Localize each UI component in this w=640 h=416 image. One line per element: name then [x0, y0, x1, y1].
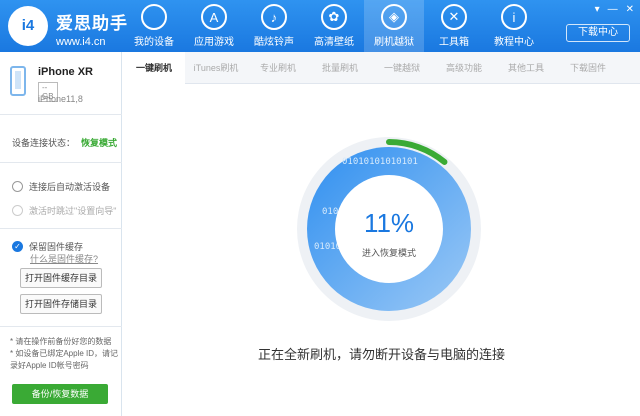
progress-status: 进入恢复模式 — [361, 248, 416, 258]
firmware-cache-help-link[interactable]: 什么是固件缓存? — [30, 252, 98, 265]
nav-label: 刷机越狱 — [374, 37, 414, 48]
option-label: 连接后自动激活设备 — [29, 182, 111, 192]
nav-ringtones[interactable]: ♪ 酷炫铃声 — [244, 0, 304, 52]
nav-apps-games[interactable]: A 应用游戏 — [184, 0, 244, 52]
nav-label: 教程中心 — [494, 37, 534, 48]
nav-label: 工具箱 — [439, 37, 469, 48]
download-center-button[interactable]: 下载中心 — [566, 24, 630, 42]
logo: i4 — [8, 6, 48, 46]
skip-setup-option[interactable]: 激活时跳过"设置向导" — [12, 204, 116, 217]
binary-text: 01010101010101 — [342, 157, 418, 167]
dropbox-icon: ◈ — [381, 4, 407, 30]
divider — [0, 114, 122, 115]
device-name: iPhone XR — [38, 66, 94, 78]
progress-indicator: 01010101010101 01010101010101 0101010101… — [294, 134, 484, 324]
tab-itunes-flash[interactable]: iTunes刷机 — [185, 52, 247, 84]
status-label: 设备连接状态： — [12, 138, 76, 148]
nav-my-device[interactable]: 我的设备 — [124, 0, 184, 52]
divider — [0, 162, 122, 163]
nav-wallpapers[interactable]: ✿ 高清壁纸 — [304, 0, 364, 52]
open-storage-dir-button[interactable]: 打开固件存储目录 — [20, 294, 102, 314]
option-label: 激活时跳过"设置向导" — [29, 206, 117, 216]
sidebar: iPhone XR -- GB iPhone11,8 设备连接状态： 恢复模式 连… — [0, 52, 122, 416]
flash-message: 正在全新刷机，请勿断开设备与电脑的连接 — [257, 347, 505, 362]
flash-panel: 01010101010101 01010101010101 0101010101… — [123, 84, 640, 416]
brand-name: 爱思助手 — [56, 14, 128, 33]
brand: 爱思助手 www.i4.cn — [56, 9, 128, 48]
close-icon[interactable]: ✕ — [626, 4, 634, 15]
auto-activate-option[interactable]: 连接后自动激活设备 — [12, 180, 110, 193]
progress-percent: 11% — [363, 208, 415, 238]
tools-icon: ✕ — [441, 4, 467, 30]
phone-icon — [10, 66, 26, 96]
nav-toolbox[interactable]: ✕ 工具箱 — [424, 0, 484, 52]
radio-icon — [12, 181, 23, 192]
backup-restore-button[interactable]: 备份/恢复数据 — [12, 384, 108, 404]
divider — [0, 228, 122, 229]
flower-icon: ✿ — [321, 4, 347, 30]
main-nav: 我的设备 A 应用游戏 ♪ 酷炫铃声 ✿ 高清壁纸 ◈ 刷机越狱 ✕ 工具箱 i… — [124, 0, 544, 52]
open-cache-dir-button[interactable]: 打开固件缓存目录 — [20, 268, 102, 288]
tab-download-firmware[interactable]: 下载固件 — [557, 52, 619, 84]
tab-advanced[interactable]: 高级功能 — [433, 52, 495, 84]
nav-tutorials[interactable]: i 教程中心 — [484, 0, 544, 52]
top-bar: i4 爱思助手 www.i4.cn 我的设备 A 应用游戏 ♪ 酷炫铃声 ✿ 高… — [0, 0, 640, 52]
radio-icon — [12, 205, 23, 216]
tab-bar: 一键刷机 iTunes刷机 专业刷机 批量刷机 一键越狱 高级功能 其他工具 下… — [123, 52, 640, 84]
app-window: i4 爱思助手 www.i4.cn 我的设备 A 应用游戏 ♪ 酷炫铃声 ✿ 高… — [0, 0, 640, 416]
apple-id-note: * 如设备已绑定Apple ID，请记录好Apple ID帐号密码 — [10, 349, 119, 370]
brand-url: www.i4.cn — [56, 36, 106, 48]
tab-one-click-flash[interactable]: 一键刷机 — [123, 52, 185, 84]
tab-jailbreak[interactable]: 一键越狱 — [371, 52, 433, 84]
connection-status: 设备连接状态： 恢复模式 — [12, 136, 117, 149]
nav-label: 我的设备 — [134, 37, 174, 48]
minimize-icon[interactable]: — — [608, 4, 618, 15]
info-icon: i — [501, 4, 527, 30]
tab-pro-flash[interactable]: 专业刷机 — [247, 52, 309, 84]
device-model: iPhone11,8 — [38, 94, 83, 104]
tab-batch-flash[interactable]: 批量刷机 — [309, 52, 371, 84]
app-store-icon: A — [201, 4, 227, 30]
checkmark-icon: ✓ — [12, 241, 23, 252]
status-value: 恢复模式 — [81, 138, 118, 148]
nav-label: 酷炫铃声 — [254, 37, 294, 48]
nav-label: 高清壁纸 — [314, 37, 354, 48]
tab-other-tools[interactable]: 其他工具 — [495, 52, 557, 84]
menu-icon[interactable]: ▾ — [595, 4, 600, 15]
apple-icon — [141, 4, 167, 30]
backup-note: * 请在操作前备份好您的数据 — [10, 337, 112, 346]
nav-flash-jailbreak[interactable]: ◈ 刷机越狱 — [364, 0, 424, 52]
window-controls: ▾ — ✕ — [595, 4, 634, 15]
nav-label: 应用游戏 — [194, 37, 234, 48]
divider — [0, 326, 122, 327]
bell-icon: ♪ — [261, 4, 287, 30]
